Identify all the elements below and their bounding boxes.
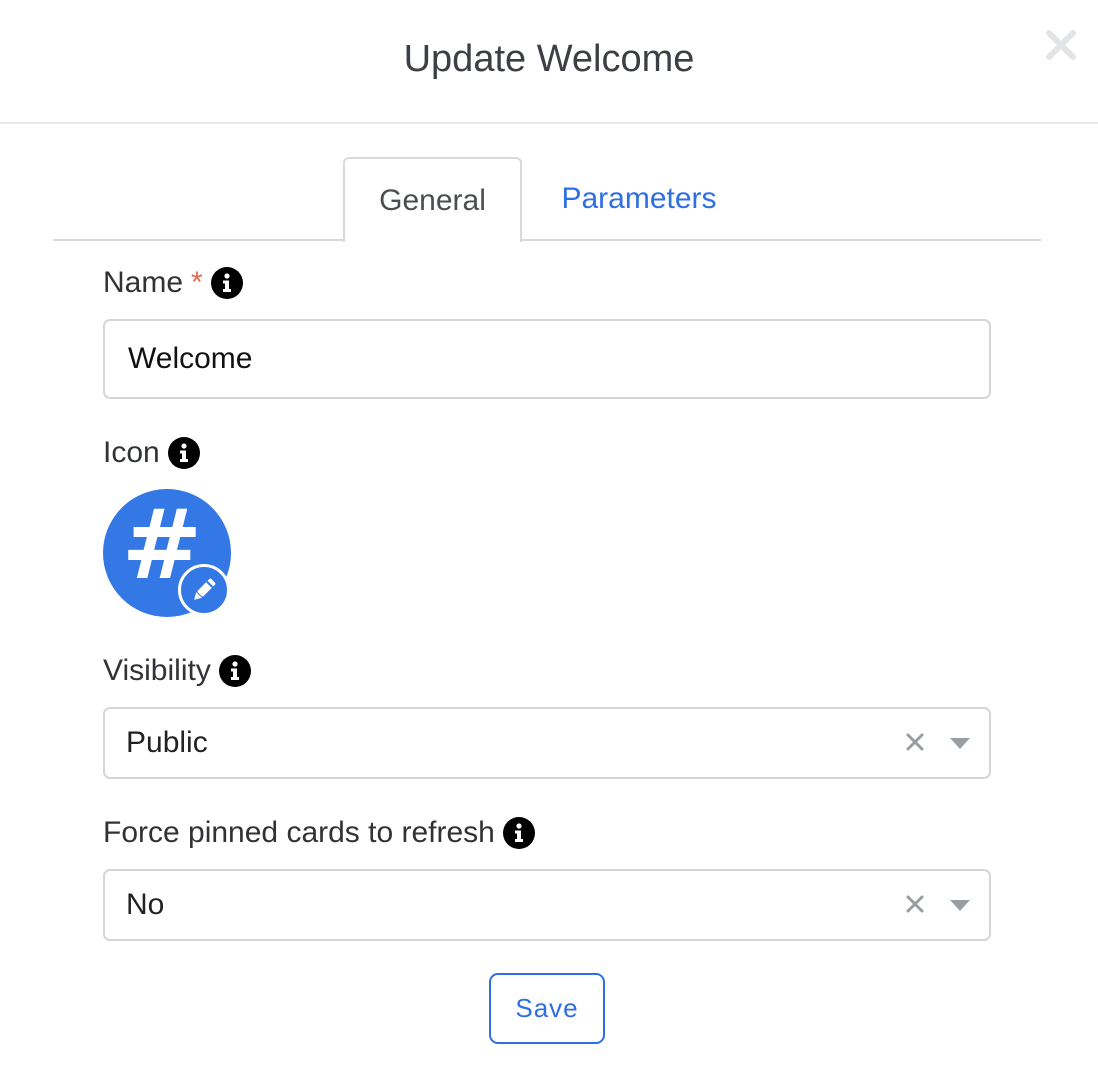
edit-icon-button[interactable] <box>178 564 230 616</box>
name-label: Name * <box>103 266 243 300</box>
modal-header: Update Welcome <box>0 0 1098 124</box>
modal-title: Update Welcome <box>403 38 695 80</box>
tab-general[interactable]: General <box>343 157 522 242</box>
force-refresh-label-text: Force pinned cards to refresh <box>103 816 495 849</box>
tab-bar: General Parameters <box>53 157 1041 242</box>
visibility-label-text: Visibility <box>103 654 211 687</box>
chevron-down-icon[interactable] <box>950 900 970 912</box>
icon-label: Icon <box>103 436 200 470</box>
info-icon[interactable] <box>502 817 535 849</box>
save-button[interactable]: Save <box>489 973 605 1044</box>
visibility-label: Visibility <box>103 654 251 688</box>
visibility-value: Public <box>126 726 208 759</box>
name-input-value: Welcome <box>128 342 253 375</box>
force-refresh-select[interactable]: No <box>103 869 991 941</box>
required-marker: * <box>191 266 203 299</box>
clear-icon[interactable] <box>903 730 927 754</box>
info-icon[interactable] <box>218 655 251 687</box>
info-icon[interactable] <box>210 267 243 299</box>
icon-picker[interactable]: # <box>103 489 231 617</box>
pencil-icon <box>194 578 216 600</box>
close-button[interactable] <box>1042 26 1080 64</box>
clear-icon[interactable] <box>903 892 927 916</box>
name-label-text: Name <box>103 266 184 299</box>
info-icon[interactable] <box>167 437 200 469</box>
close-icon <box>1046 30 1076 60</box>
chevron-down-icon[interactable] <box>950 738 970 750</box>
force-refresh-value: No <box>126 888 165 921</box>
tab-parameters[interactable]: Parameters <box>539 157 739 241</box>
visibility-select[interactable]: Public <box>103 707 991 779</box>
force-refresh-label: Force pinned cards to refresh <box>103 816 535 850</box>
icon-label-text: Icon <box>103 436 160 469</box>
name-input[interactable]: Welcome <box>103 319 991 399</box>
